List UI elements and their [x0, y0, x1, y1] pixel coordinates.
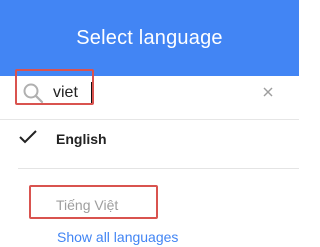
language-label-english: English: [56, 131, 107, 147]
close-icon[interactable]: [261, 85, 275, 99]
language-dialog-header: Select language: [0, 0, 299, 76]
check-icon: [19, 130, 37, 144]
language-option-tieng-viet[interactable]: Tiếng Việt: [29, 185, 158, 219]
text-caret: [91, 82, 92, 104]
divider: [18, 168, 299, 169]
language-label-tieng-viet: Tiếng Việt: [56, 197, 119, 213]
language-option-english[interactable]: English: [0, 121, 299, 169]
search-input[interactable]: viet: [53, 83, 78, 103]
show-all-languages-link[interactable]: Show all languages: [57, 229, 178, 245]
language-search-bar: viet: [0, 76, 299, 120]
search-icon: [23, 83, 44, 104]
dialog-title: Select language: [76, 26, 223, 49]
